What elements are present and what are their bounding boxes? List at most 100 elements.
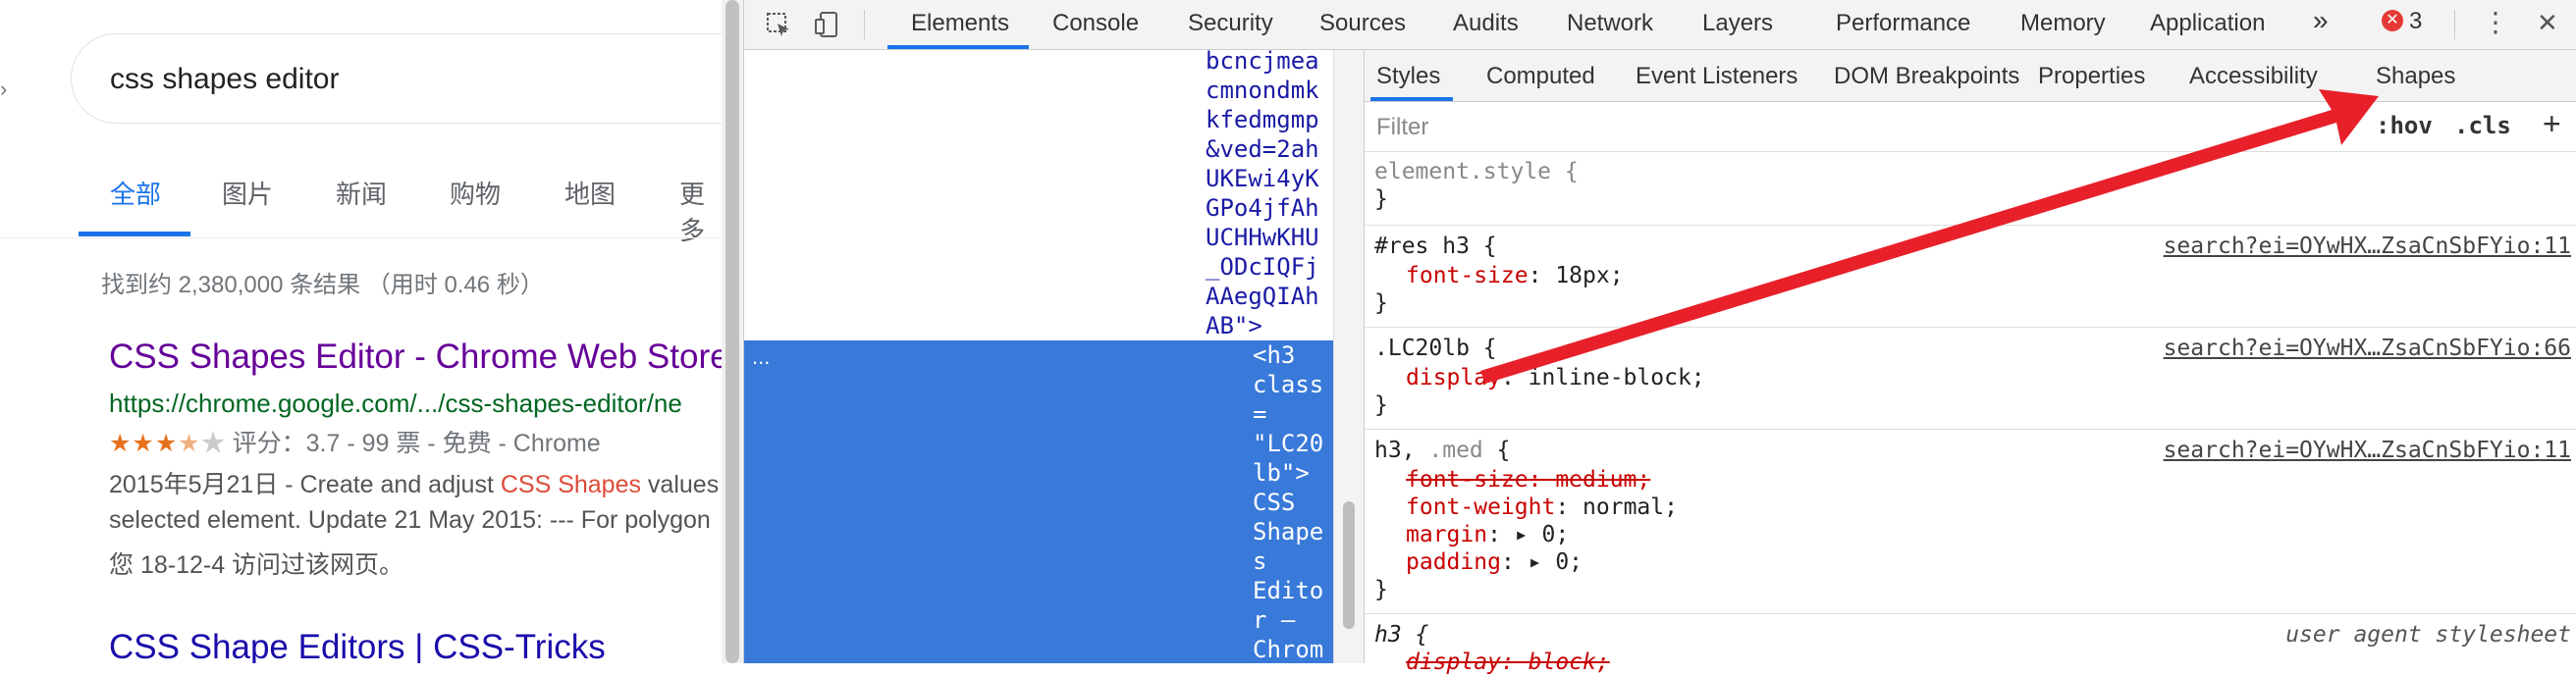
css-property-value[interactable]: : ▸ 0; xyxy=(1501,549,1583,575)
css-property-name[interactable]: font-size xyxy=(1406,263,1529,288)
css-declaration[interactable]: font-weight: normal; xyxy=(1406,494,1678,521)
search-tab-more[interactable]: 更多 xyxy=(679,175,722,247)
search-tab-all[interactable]: 全部 xyxy=(110,175,161,211)
close-devtools-icon[interactable]: ✕ xyxy=(2537,8,2558,38)
overridden-declaration[interactable]: font-size: medium; xyxy=(1406,466,1650,494)
dom-scrollbar[interactable] xyxy=(1333,50,1365,663)
tab-accessibility[interactable]: Accessibility xyxy=(2189,63,2318,90)
tab-event-listeners[interactable]: Event Listeners xyxy=(1636,63,1798,90)
search-tab-maps[interactable]: 地图 xyxy=(564,175,616,211)
new-rule-plus-icon[interactable]: + xyxy=(2543,106,2561,142)
selected-node-line[interactable]: = xyxy=(1253,399,1266,429)
dom-attribute-line[interactable]: _ODcIQFj xyxy=(1206,252,1319,282)
dom-attribute-line[interactable]: UKEwi4yK xyxy=(1206,164,1319,193)
rule-divider xyxy=(1365,429,2576,430)
css-property-value[interactable]: : 18px; xyxy=(1529,263,1624,288)
page-scrollbar[interactable] xyxy=(722,0,743,663)
node-actions-ellipsis[interactable]: ... xyxy=(752,344,770,370)
search-input[interactable]: css shapes editor xyxy=(110,63,339,96)
tab-console[interactable]: Console xyxy=(1052,10,1139,37)
rule-selector[interactable]: #res h3 { xyxy=(1374,233,1497,260)
css-declaration[interactable]: padding: ▸ 0; xyxy=(1406,548,1583,576)
devtools-main-toolbar: Elements Console Security Sources Audits… xyxy=(744,0,2576,50)
tab-properties[interactable]: Properties xyxy=(2038,63,2145,90)
dom-attribute-line[interactable]: bcncjmea xyxy=(1206,50,1319,76)
tab-performance[interactable]: Performance xyxy=(1836,10,1970,37)
page-scroll-thumb[interactable] xyxy=(725,0,739,663)
customize-menu-icon[interactable]: ⋮ xyxy=(2482,6,2509,38)
dom-attribute-line[interactable]: &ved=2ah xyxy=(1206,134,1319,164)
dom-scroll-thumb[interactable] xyxy=(1343,501,1355,629)
selected-node-line[interactable]: Edito xyxy=(1253,576,1323,605)
search-tab-images[interactable]: 图片 xyxy=(222,175,273,211)
selected-node-line[interactable]: Shape xyxy=(1253,517,1323,546)
tab-styles[interactable]: Styles xyxy=(1376,63,1440,90)
dom-tree-panel: bcncjmea cmnondmk kfedmgmp &ved=2ah UKEw… xyxy=(744,50,1333,663)
css-property-value[interactable]: : normal; xyxy=(1555,494,1678,520)
selected-dom-node[interactable] xyxy=(744,340,1333,663)
selected-node-line[interactable]: class xyxy=(1253,370,1323,399)
selected-node-line[interactable]: "LC20 xyxy=(1253,429,1323,458)
rule-selector[interactable]: h3, .med { xyxy=(1374,437,1510,464)
selected-node-line[interactable]: r – xyxy=(1253,605,1295,635)
tab-sources[interactable]: Sources xyxy=(1319,10,1406,37)
tab-security[interactable]: Security xyxy=(1188,10,1273,37)
error-count[interactable]: 3 xyxy=(2409,8,2422,35)
result-title-link[interactable]: CSS Shapes Editor - Chrome Web Store xyxy=(109,338,722,377)
tab-elements[interactable]: Elements xyxy=(911,10,1009,37)
error-icon[interactable]: ✕ xyxy=(2382,10,2403,31)
overridden-declaration[interactable]: display: block; xyxy=(1406,649,1610,676)
rule-divider xyxy=(1365,327,2576,328)
styles-filter-input[interactable]: Filter xyxy=(1376,114,1428,141)
tabs-divider xyxy=(0,237,722,238)
selected-node-line[interactable]: s xyxy=(1253,546,1266,576)
tab-dom-breakpoints[interactable]: DOM Breakpoints xyxy=(1834,63,2019,90)
dom-attribute-line[interactable]: AAegQIAh xyxy=(1206,282,1319,311)
selected-node-line[interactable]: Chrom xyxy=(1253,635,1323,663)
tab-memory[interactable]: Memory xyxy=(2020,10,2106,37)
tab-application[interactable]: Application xyxy=(2150,10,2265,37)
search-tab-shopping[interactable]: 购物 xyxy=(450,175,501,211)
rule-source-link[interactable]: search?ei=OYwHX…ZsaCnSbFYio:66 xyxy=(2164,335,2571,362)
result-stats: 找到约 2,380,000 条结果 （用时 0.46 秒） xyxy=(101,272,544,298)
tab-computed[interactable]: Computed xyxy=(1486,63,1595,90)
css-property-name[interactable]: display xyxy=(1406,365,1501,390)
device-toolbar-icon[interactable] xyxy=(813,10,842,39)
css-property-value[interactable]: : inline-block; xyxy=(1501,365,1705,390)
css-property-name[interactable]: padding xyxy=(1406,549,1501,575)
css-property-value[interactable]: : ▸ 0; xyxy=(1487,522,1569,547)
styles-sidebar: Styles Computed Event Listeners DOM Brea… xyxy=(1365,50,2576,675)
dom-attribute-line[interactable]: GPo4jfAh xyxy=(1206,193,1319,223)
class-toggle[interactable]: .cls xyxy=(2454,112,2511,139)
css-declaration[interactable]: display: inline-block; xyxy=(1406,364,1705,391)
selected-node-line[interactable]: <h3 xyxy=(1253,340,1295,370)
tab-layers[interactable]: Layers xyxy=(1702,10,1773,37)
more-tabs-chevron-icon[interactable]: » xyxy=(2313,5,2329,36)
css-property-name[interactable]: margin xyxy=(1406,522,1487,547)
rule-selector[interactable]: element.style { xyxy=(1374,158,1579,185)
selected-node-line[interactable]: CSS xyxy=(1253,488,1295,517)
result-url: https://chrome.google.com/.../css-shapes… xyxy=(109,389,682,418)
tab-network[interactable]: Network xyxy=(1567,10,1653,37)
tab-audits[interactable]: Audits xyxy=(1453,10,1519,37)
selected-node-line[interactable]: lb"> xyxy=(1253,458,1310,488)
rating-half-star: ★ xyxy=(178,430,201,457)
dom-attribute-line[interactable]: cmnondmk xyxy=(1206,76,1319,105)
result-title-link[interactable]: CSS Shape Editors | CSS-Tricks xyxy=(109,628,606,663)
rule-source-link[interactable]: search?ei=OYwHX…ZsaCnSbFYio:11 xyxy=(2164,437,2571,464)
hover-state-toggle[interactable]: :hov xyxy=(2376,112,2433,139)
dom-attribute-line[interactable]: kfedmgmp xyxy=(1206,105,1319,134)
rule-selector[interactable]: .LC20lb { xyxy=(1374,335,1497,362)
tab-shapes[interactable]: Shapes xyxy=(2376,63,2455,90)
css-declaration[interactable]: margin: ▸ 0; xyxy=(1406,521,1569,548)
toolbar-divider xyxy=(2454,10,2455,39)
dom-attribute-line[interactable]: AB"> xyxy=(1206,311,1262,340)
inspect-element-icon[interactable] xyxy=(764,10,793,39)
active-tab-indicator xyxy=(887,45,1029,49)
css-property-name[interactable]: font-weight xyxy=(1406,494,1555,520)
rule-source-link[interactable]: search?ei=OYwHX…ZsaCnSbFYio:11 xyxy=(2164,233,2571,260)
rule-selector[interactable]: h3 { xyxy=(1374,621,1428,649)
search-tab-news[interactable]: 新闻 xyxy=(336,175,387,211)
css-declaration[interactable]: font-size: 18px; xyxy=(1406,262,1624,289)
dom-attribute-line[interactable]: UCHHwKHU xyxy=(1206,223,1319,252)
